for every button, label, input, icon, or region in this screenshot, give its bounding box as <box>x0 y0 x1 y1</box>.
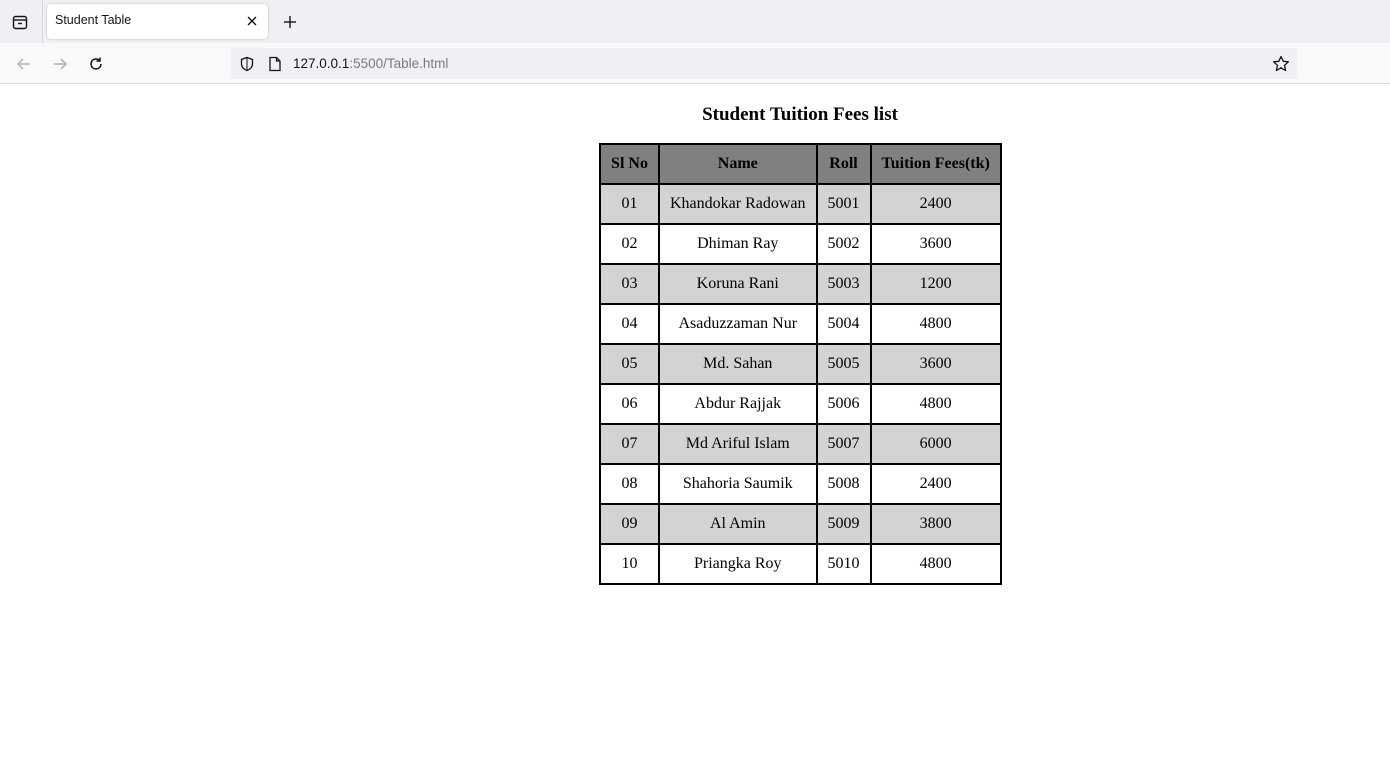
cell-sl-no: 08 <box>599 463 660 505</box>
cell-fees: 3600 <box>869 223 1002 265</box>
cell-sl-no: 05 <box>599 343 660 385</box>
table-row: 09 Al Amin 5009 3800 <box>599 503 1002 545</box>
url-bar[interactable]: 127.0.0.1:5500/Table.html <box>231 48 1297 79</box>
cell-roll: 5001 <box>815 183 872 225</box>
url-path: :5500/Table.html <box>349 56 449 71</box>
cell-fees: 4800 <box>869 543 1002 585</box>
cell-sl-no: 02 <box>599 223 660 265</box>
close-tab-icon[interactable] <box>243 12 261 30</box>
cell-name: Abdur Rajjak <box>658 383 818 425</box>
column-header-sl-no: Sl No <box>599 143 660 185</box>
url-host: 127.0.0.1 <box>293 56 350 71</box>
cell-roll: 5010 <box>815 543 872 585</box>
cell-roll: 5006 <box>815 383 872 425</box>
page-info-icon[interactable] <box>266 55 284 73</box>
cell-fees: 3800 <box>869 503 1002 545</box>
url-text[interactable]: 127.0.0.1:5500/Table.html <box>293 56 448 71</box>
cell-roll: 5008 <box>815 463 872 505</box>
table-row: 07 Md Ariful Islam 5007 6000 <box>599 423 1002 465</box>
tab-overview-icon[interactable] <box>8 10 32 34</box>
browser-tab[interactable]: Student Table <box>47 4 268 39</box>
table-row: 10 Priangka Roy 5010 4800 <box>599 543 1002 585</box>
tab-title: Student Table <box>55 13 132 27</box>
cell-sl-no: 07 <box>599 423 660 465</box>
cell-fees: 2400 <box>869 463 1002 505</box>
cell-roll: 5003 <box>815 263 872 305</box>
table-row: 02 Dhiman Ray 5002 3600 <box>599 223 1002 265</box>
cell-fees: 4800 <box>869 303 1002 345</box>
new-tab-icon[interactable] <box>280 12 300 32</box>
table-row: 04 Asaduzzaman Nur 5004 4800 <box>599 303 1002 345</box>
cell-fees: 2400 <box>869 183 1002 225</box>
table-row: 01 Khandokar Radowan 5001 2400 <box>599 183 1002 225</box>
cell-sl-no: 06 <box>599 383 660 425</box>
cell-name: Khandokar Radowan <box>658 183 818 225</box>
tab-strip: Student Table <box>0 0 1390 43</box>
table-row: 05 Md. Sahan 5005 3600 <box>599 343 1002 385</box>
cell-roll: 5009 <box>815 503 872 545</box>
back-arrow-icon[interactable] <box>12 52 36 76</box>
cell-name: Dhiman Ray <box>658 223 818 265</box>
column-header-roll: Roll <box>815 143 872 185</box>
cell-fees: 4800 <box>869 383 1002 425</box>
reload-icon[interactable] <box>84 52 108 76</box>
cell-roll: 5007 <box>815 423 872 465</box>
table-header-row: Sl No Name Roll Tuition Fees(tk) <box>599 143 1002 185</box>
shield-icon[interactable] <box>238 55 256 73</box>
page-title: Student Tuition Fees list <box>702 104 898 125</box>
cell-fees: 3600 <box>869 343 1002 385</box>
cell-name: Md Ariful Islam <box>658 423 818 465</box>
cell-name: Priangka Roy <box>658 543 818 585</box>
cell-sl-no: 03 <box>599 263 660 305</box>
bookmark-star-icon[interactable] <box>1271 54 1291 74</box>
column-header-name: Name <box>658 143 818 185</box>
cell-name: Shahoria Saumik <box>658 463 818 505</box>
cell-fees: 1200 <box>869 263 1002 305</box>
table-row: 06 Abdur Rajjak 5006 4800 <box>599 383 1002 425</box>
page-content: Student Tuition Fees list Sl No Name Rol… <box>0 85 1390 782</box>
cell-name: Md. Sahan <box>658 343 818 385</box>
cell-name: Asaduzzaman Nur <box>658 303 818 345</box>
cell-name: Koruna Rani <box>658 263 818 305</box>
navigation-toolbar: 127.0.0.1:5500/Table.html <box>0 43 1390 84</box>
table-row: 08 Shahoria Saumik 5008 2400 <box>599 463 1002 505</box>
cell-sl-no: 10 <box>599 543 660 585</box>
cell-roll: 5002 <box>815 223 872 265</box>
cell-sl-no: 04 <box>599 303 660 345</box>
cell-roll: 5004 <box>815 303 872 345</box>
cell-roll: 5005 <box>815 343 872 385</box>
cell-fees: 6000 <box>869 423 1002 465</box>
table-row: 03 Koruna Rani 5003 1200 <box>599 263 1002 305</box>
tab-strip-divider <box>42 0 43 43</box>
forward-arrow-icon[interactable] <box>48 52 72 76</box>
cell-name: Al Amin <box>658 503 818 545</box>
cell-sl-no: 09 <box>599 503 660 545</box>
cell-sl-no: 01 <box>599 183 660 225</box>
column-header-tuition-fees: Tuition Fees(tk) <box>869 143 1002 185</box>
tuition-fees-table: Sl No Name Roll Tuition Fees(tk) 01 Khan… <box>599 143 1002 585</box>
